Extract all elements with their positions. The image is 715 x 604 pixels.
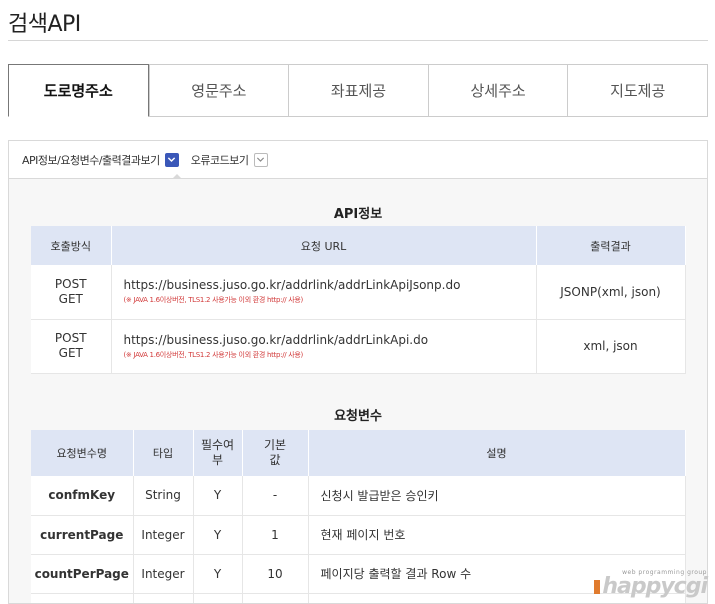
param-name: currentPage xyxy=(31,515,134,555)
col-header-default: 기본 값 xyxy=(242,430,309,476)
col-header-output: 출력결과 xyxy=(536,226,686,265)
output-cell: JSONP(xml, json) xyxy=(536,265,686,320)
table-row xyxy=(31,593,686,603)
col-header-required: 필수여 부 xyxy=(193,430,243,476)
param-description: 신청시 발급받은 승인키 xyxy=(308,476,686,516)
col-header-required-line2: 부 xyxy=(211,453,224,467)
watermark-mark-icon xyxy=(594,580,601,594)
param-description: 현재 페이지 번호 xyxy=(308,515,686,555)
url-note: (※ JAVA 1.6이상버전, TLS1.2 사용가능 이외 환경 http:… xyxy=(123,296,304,305)
method-get: GET xyxy=(58,346,83,360)
chevron-down-icon[interactable] xyxy=(164,152,179,167)
method-cell: POST GET xyxy=(31,319,112,374)
url-cell: https://business.juso.go.kr/addrlink/add… xyxy=(111,319,537,374)
tab-coordinates[interactable]: 좌표제공 xyxy=(288,65,428,116)
output-cell: xml, json xyxy=(536,319,686,374)
col-header-required-line1: 필수여 xyxy=(200,438,235,452)
col-header-description: 설명 xyxy=(308,430,686,476)
url-note: (※ JAVA 1.6이상버전, TLS1.2 사용가능 이외 환경 http:… xyxy=(123,350,304,359)
chevron-down-icon[interactable] xyxy=(253,152,268,167)
param-required: Y xyxy=(193,554,243,594)
col-header-param-name: 요청변수명 xyxy=(31,430,134,476)
table-header-row: 요청변수명 타입 필수여 부 기본 값 설명 xyxy=(31,430,686,476)
param-default: 1 xyxy=(242,515,309,555)
title-divider xyxy=(8,40,708,41)
subnav-api-info-label: API정보/요청변수/출력결과보기 xyxy=(22,153,160,167)
method-post: POST xyxy=(54,276,87,291)
col-header-type: 타입 xyxy=(133,430,194,476)
sub-navigation: API정보/요청변수/출력결과보기 오류코드보기 xyxy=(9,141,707,179)
col-header-method: 호출방식 xyxy=(31,226,112,265)
table-cell xyxy=(133,593,194,603)
table-row: POST GET https://business.juso.go.kr/add… xyxy=(31,265,686,320)
request-params-table: 요청변수명 타입 필수여 부 기본 값 설명 confmKey String Y… xyxy=(31,430,686,603)
api-info-title: API정보 xyxy=(333,207,383,222)
subnav-error-codes-label: 오류코드보기 xyxy=(190,153,249,167)
table-row: currentPage Integer Y 1 현재 페이지 번호 xyxy=(31,515,686,555)
param-type: String xyxy=(133,476,194,516)
tab-road-address[interactable]: 도로명주소 xyxy=(8,64,149,117)
col-header-default-line1: 기본 xyxy=(263,438,287,452)
api-info-table: 호출방식 요청 URL 출력결과 POST GET https://busine… xyxy=(31,226,686,374)
param-name: confmKey xyxy=(31,476,134,516)
watermark-logo: web programming group happycgi xyxy=(594,569,708,599)
param-name: countPerPage xyxy=(31,554,134,594)
table-cell xyxy=(242,593,309,603)
request-params-title: 요청변수 xyxy=(334,409,382,424)
url-cell: https://business.juso.go.kr/addrlink/add… xyxy=(111,265,537,320)
tab-bar: 도로명주소 영문주소 좌표제공 상세주소 지도제공 xyxy=(8,64,708,117)
param-default: 10 xyxy=(242,554,309,594)
table-cell xyxy=(31,593,134,603)
table-row: confmKey String Y - 신청시 발급받은 승인키 xyxy=(31,476,686,516)
param-default: - xyxy=(242,476,309,516)
tab-detail-address[interactable]: 상세주소 xyxy=(427,65,568,116)
subnav-error-codes[interactable]: 오류코드보기 xyxy=(191,152,268,168)
request-url: https://business.juso.go.kr/addrlink/add… xyxy=(123,278,461,293)
table-row: countPerPage Integer Y 10 페이지당 출력할 결과 Ro… xyxy=(31,554,686,594)
method-cell: POST GET xyxy=(31,265,112,320)
param-type: Integer xyxy=(133,515,194,555)
active-pointer xyxy=(172,174,182,179)
page-title: 검색API xyxy=(8,12,81,37)
content-panel: API정보/요청변수/출력결과보기 오류코드보기 API정보 호출방식 요청 U… xyxy=(8,140,708,604)
param-required: Y xyxy=(193,476,243,516)
tab-english-address[interactable]: 영문주소 xyxy=(148,65,289,116)
tab-map[interactable]: 지도제공 xyxy=(567,65,708,116)
watermark-text: happycgi xyxy=(602,574,708,599)
table-row: POST GET https://business.juso.go.kr/add… xyxy=(31,319,686,374)
method-post: POST xyxy=(54,331,87,345)
subnav-api-info[interactable]: API정보/요청변수/출력결과보기 xyxy=(22,152,179,168)
method-get: GET xyxy=(58,291,83,306)
request-url: https://business.juso.go.kr/addrlink/add… xyxy=(123,332,429,347)
table-cell xyxy=(193,593,243,603)
table-header-row: 호출방식 요청 URL 출력결과 xyxy=(31,226,686,265)
col-header-default-line2: 값 xyxy=(269,453,281,467)
col-header-url: 요청 URL xyxy=(111,226,537,265)
param-required: Y xyxy=(193,515,243,555)
param-type: Integer xyxy=(133,554,194,594)
